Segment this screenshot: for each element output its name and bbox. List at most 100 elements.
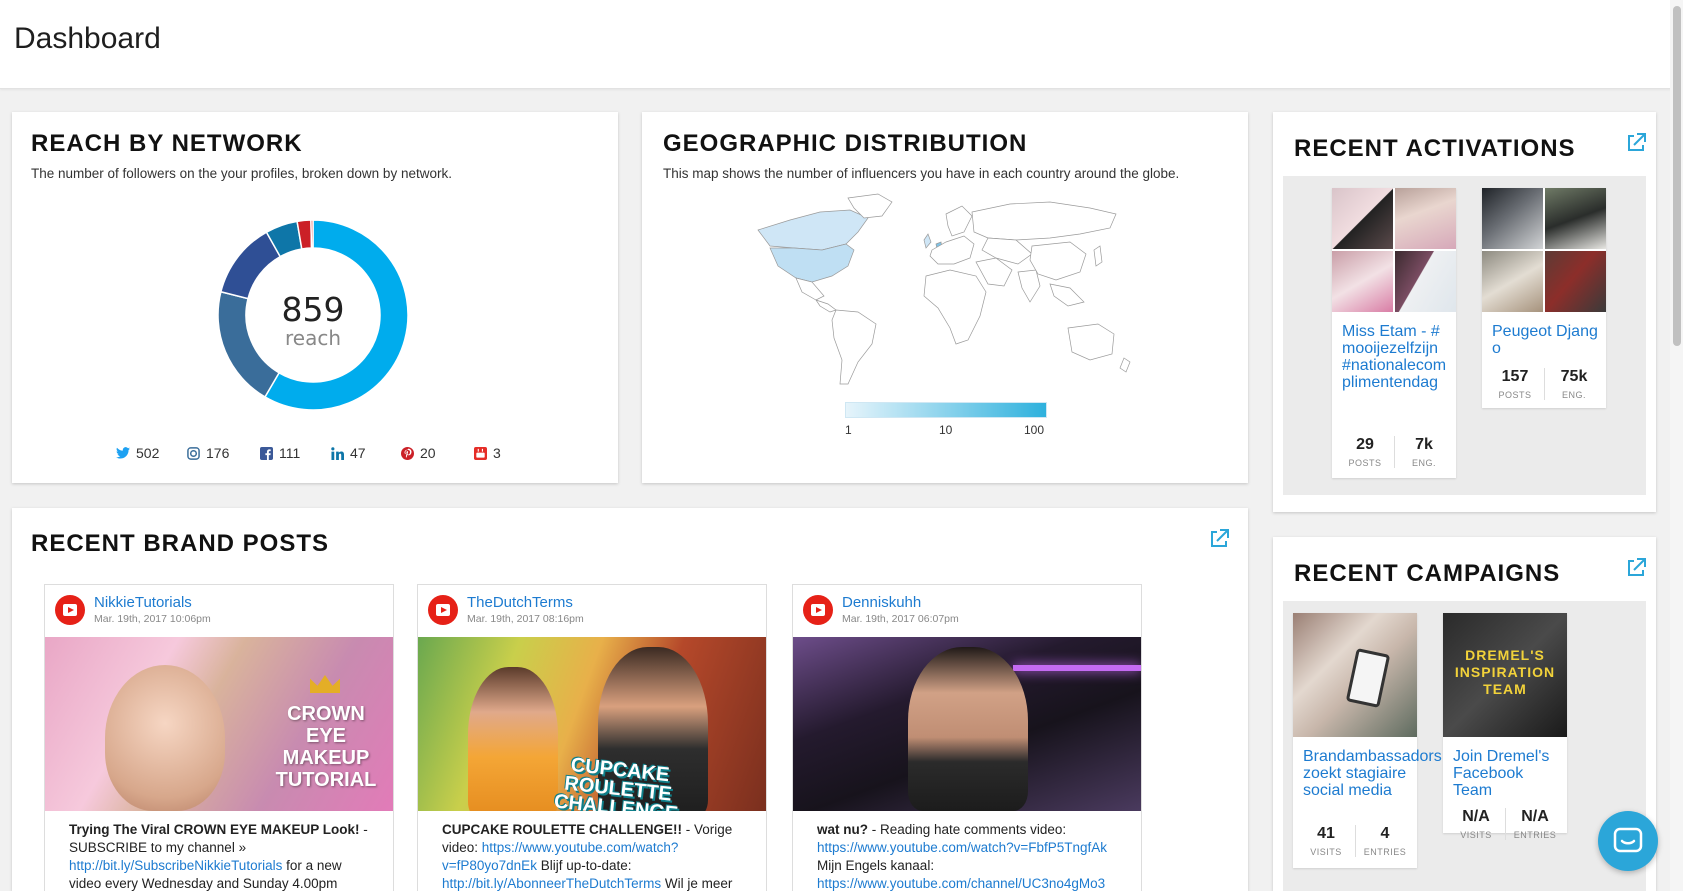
map-country-japan xyxy=(1093,245,1103,267)
pinterest-count: 20 xyxy=(420,445,436,461)
page-header: Dashboard xyxy=(0,0,1683,89)
activation-image xyxy=(1332,188,1456,312)
post-caption: Trying The Viral CROWN EYE MAKEUP Look! … xyxy=(69,821,369,891)
post-caption-link-2[interactable]: https://www.youtube.com/channel/UC3no4gM… xyxy=(817,876,1105,891)
campaigns-panel: Brandambassadors zoekt stagiaire social … xyxy=(1283,601,1646,891)
activation-title-link[interactable]: Peugeot Django xyxy=(1492,323,1600,357)
map-country-india xyxy=(1017,269,1041,303)
brand-posts-title: RECENT BRAND POSTS xyxy=(31,530,330,557)
brand-posts-card: RECENT BRAND POSTS NikkieTutorials Mar. … xyxy=(12,508,1248,891)
post-caption-link-2[interactable]: http://bit.ly/AbonneerTheDutchTerms xyxy=(442,876,661,891)
campaign-visits: 41 VISITS xyxy=(1297,825,1355,857)
external-link-icon[interactable] xyxy=(1625,557,1647,579)
map-scale-label-100: 100 xyxy=(1024,423,1045,437)
post-card[interactable]: NikkieTutorials Mar. 19th, 2017 10:06pm … xyxy=(44,584,394,891)
campaign-visits: N/A VISITS xyxy=(1447,808,1505,840)
legend-instagram: 176 xyxy=(187,445,229,461)
map-country-africa xyxy=(923,269,987,345)
post-date: Mar. 19th, 2017 08:16pm xyxy=(467,613,584,625)
campaign-entries: 4 ENTRIES xyxy=(1356,825,1414,857)
thumbnail-person xyxy=(908,647,1028,811)
phone-shape xyxy=(1345,648,1391,708)
crown-icon xyxy=(310,675,340,693)
visits-value: N/A xyxy=(1462,808,1490,825)
campaign-title-link[interactable]: Brandambassadors zoekt stagiaire social … xyxy=(1303,748,1442,799)
activation-engagement: 75k ENG. xyxy=(1545,368,1603,400)
map-scale-label-1: 1 xyxy=(845,423,852,437)
youtube-icon xyxy=(55,595,85,625)
post-thumbnail[interactable]: CUPCAKE ROULETTE CHALLENGE xyxy=(418,637,766,811)
campaign-title-link[interactable]: Join Dremel's Facebook Team xyxy=(1453,748,1561,799)
reach-total-label: reach xyxy=(284,326,341,350)
legend-linkedin: 47 xyxy=(331,445,366,461)
post-card[interactable]: Denniskuhh Mar. 19th, 2017 06:07pm wat n… xyxy=(792,584,1142,891)
youtube-icon xyxy=(803,595,833,625)
youtube-icon xyxy=(428,595,458,625)
post-date: Mar. 19th, 2017 06:07pm xyxy=(842,613,959,625)
linkedin-count: 47 xyxy=(350,445,366,461)
post-thumbnail[interactable] xyxy=(793,637,1141,811)
visits-label: VISITS xyxy=(1460,830,1492,840)
post-caption: CUPCAKE ROULETTE CHALLENGE!! - Vorige vi… xyxy=(442,821,742,891)
post-author-link[interactable]: Denniskuhh xyxy=(842,594,921,611)
activation-tile[interactable]: Peugeot Django 157 POSTS 75k ENG. xyxy=(1482,188,1606,408)
chat-launcher-button[interactable] xyxy=(1598,811,1658,871)
posts-value: 29 xyxy=(1356,436,1374,453)
campaign-image xyxy=(1293,613,1417,737)
activation-posts: 29 POSTS xyxy=(1336,436,1394,468)
activations-panel: Miss Etam - #mooijezelfzijn #nationaleco… xyxy=(1283,176,1646,495)
geo-subtitle: This map shows the number of influencers… xyxy=(663,166,1180,181)
entries-value: 4 xyxy=(1380,825,1390,842)
twitter-count: 502 xyxy=(136,445,160,461)
legend-facebook: 111 xyxy=(260,445,300,461)
post-caption: wat nu? - Reading hate comments video: h… xyxy=(817,821,1117,891)
external-link-icon[interactable] xyxy=(1208,528,1230,550)
map-country-southeast-asia xyxy=(1049,283,1085,307)
donut-slice-youtube[interactable] xyxy=(310,219,314,249)
chat-icon xyxy=(1613,827,1643,853)
activations-title: RECENT ACTIVATIONS xyxy=(1294,135,1576,162)
campaign-tile[interactable]: Brandambassadors zoekt stagiaire social … xyxy=(1293,613,1442,868)
campaign-image: DREMEL'S INSPIRATION TEAM xyxy=(1443,613,1567,737)
map-scale-bar xyxy=(845,402,1047,418)
linkedin-icon xyxy=(331,446,344,460)
campaign-tile[interactable]: DREMEL'S INSPIRATION TEAM Join Dremel's … xyxy=(1443,613,1567,840)
entries-value: N/A xyxy=(1521,808,1549,825)
legend-pinterest: 20 xyxy=(401,445,436,461)
map-country-china xyxy=(1029,241,1087,281)
youtube-count: 3 xyxy=(493,445,501,461)
post-card[interactable]: TheDutchTerms Mar. 19th, 2017 08:16pm CU… xyxy=(417,584,767,891)
reach-card: REACH BY NETWORK The number of followers… xyxy=(12,112,618,483)
post-author-link[interactable]: NikkieTutorials xyxy=(94,594,192,611)
activation-image xyxy=(1482,188,1606,312)
thumbnail-title-text: CROWN EYE MAKEUP TUTORIAL xyxy=(275,703,377,791)
map-scale-label-10: 10 xyxy=(939,423,953,437)
twitter-icon xyxy=(116,447,130,459)
map-country-central-america xyxy=(815,299,837,313)
map-country-uk xyxy=(923,233,932,249)
geo-title: GEOGRAPHIC DISTRIBUTION xyxy=(663,130,1028,157)
scrollbar-thumb[interactable] xyxy=(1673,6,1681,346)
visits-label: VISITS xyxy=(1310,847,1342,857)
external-link-icon[interactable] xyxy=(1625,132,1647,154)
posts-value: 157 xyxy=(1501,368,1529,385)
post-caption-title: CUPCAKE ROULETTE CHALLENGE!! xyxy=(442,822,682,837)
post-caption-title: wat nu? xyxy=(817,822,868,837)
entries-label: ENTRIES xyxy=(1363,847,1407,857)
map-country-south-america xyxy=(831,309,877,385)
post-caption-link[interactable]: https://www.youtube.com/watch?v=FbfP5Tng… xyxy=(817,840,1107,855)
activation-tile[interactable]: Miss Etam - #mooijezelfzijn #nationaleco… xyxy=(1332,188,1456,478)
world-map[interactable] xyxy=(750,192,1150,392)
post-caption-link[interactable]: http://bit.ly/SubscribeNikkieTutorials xyxy=(69,858,282,873)
engagement-label: ENG. xyxy=(1561,390,1586,400)
reach-total: 859 xyxy=(281,290,345,329)
activation-title-link[interactable]: Miss Etam - #mooijezelfzijn #nationaleco… xyxy=(1342,323,1450,391)
post-caption-title: Trying The Viral CROWN EYE MAKEUP Look! xyxy=(69,822,360,837)
pinterest-icon xyxy=(401,446,414,460)
reach-title: REACH BY NETWORK xyxy=(31,130,303,157)
facebook-icon xyxy=(260,446,273,460)
post-author-link[interactable]: TheDutchTerms xyxy=(467,594,573,611)
campaign-entries: N/A ENTRIES xyxy=(1506,808,1564,840)
post-thumbnail[interactable]: CROWN EYE MAKEUP TUTORIAL xyxy=(45,637,393,811)
geo-card: GEOGRAPHIC DISTRIBUTION This map shows t… xyxy=(642,112,1248,483)
